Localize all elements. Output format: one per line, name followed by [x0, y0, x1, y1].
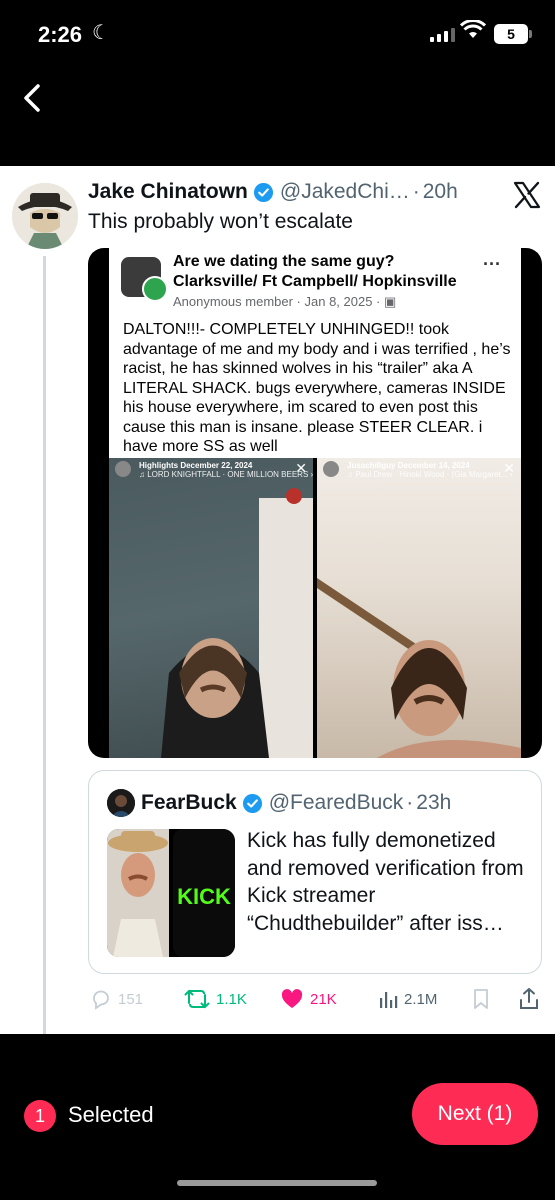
quoted-tweet[interactable]: FearBuck @FearedBuck · 23h KICK Kick has… [88, 770, 542, 974]
author-avatar[interactable] [12, 183, 78, 249]
share-icon[interactable] [518, 987, 540, 1011]
bookmark-icon[interactable] [472, 988, 490, 1010]
story-song: ♫ LORD KNIGHTFALL · ONE MILLION BEERS › [139, 470, 313, 479]
moon-icon: ☾ [92, 22, 110, 44]
close-icon: ✕ [503, 460, 515, 476]
embedded-post-card: Are we dating the same guy? Clarksville/… [109, 248, 521, 458]
meta-separator: · [412, 180, 420, 203]
author-name[interactable]: Jake Chinatown [88, 180, 248, 204]
post-body: DALTON!!!- COMPLETELY UNHINGED!! took ad… [123, 321, 511, 455]
group-title: Are we dating the same guy? Clarksville/… [173, 253, 457, 290]
repost-count: 1.1K [216, 990, 247, 1008]
tweet-action-bar: 151 1.1K 21K 2.1M [88, 984, 542, 1014]
group-badge-icon [142, 276, 168, 302]
tweet-time[interactable]: 20h [423, 180, 458, 204]
meta-separator: · [406, 791, 414, 814]
status-time: 2:26 [38, 22, 83, 47]
cellular-signal-icon [430, 26, 455, 42]
quote-author-name[interactable]: FearBuck [141, 791, 237, 815]
thread-line [43, 256, 46, 1034]
like-count: 21K [310, 990, 337, 1008]
status-bar: 2:26 ☾ 5 [0, 0, 555, 70]
quote-text: Kick has fully demonetized and removed v… [247, 829, 524, 935]
story-avatar [115, 461, 131, 477]
post-meta: Anonymous member · Jan 8, 2025 · ▣ [173, 294, 396, 310]
verified-badge-icon [253, 182, 273, 202]
story-header: Jusachillguy December 14, 2024 ♫ Paul Dr… [317, 458, 521, 480]
tweet-author-row[interactable]: Jake Chinatown @JakedChi… · 20h [88, 180, 458, 204]
like-button[interactable]: 21K [280, 984, 337, 1014]
story-avatar [323, 461, 339, 477]
wifi-icon [460, 20, 486, 38]
more-options-icon: ··· [483, 254, 501, 274]
repost-icon [184, 989, 210, 1009]
verified-badge-icon [242, 793, 262, 813]
story-user: Highlights December 22, 2024 [139, 461, 253, 470]
quote-thumbnail-image: KICK [107, 829, 235, 957]
story-song: ♫ Paul Drew · Hinoki Wood · (Gia Margare… [347, 470, 513, 479]
views-count: 2.1M [404, 990, 438, 1008]
back-button[interactable] [18, 80, 48, 116]
group-privacy-icon: ▣ [384, 294, 397, 309]
quote-thumbnail[interactable]: KICK [107, 829, 235, 957]
close-icon: ✕ [295, 460, 307, 476]
tweet-media-image[interactable]: Are we dating the same guy? Clarksville/… [88, 248, 542, 758]
author-handle[interactable]: @JakedChi… [280, 180, 410, 204]
reply-button[interactable]: 151 [90, 984, 143, 1014]
views-button[interactable]: 2.1M [378, 984, 437, 1014]
battery-indicator: 5 [494, 24, 528, 44]
kick-logo-text: KICK [177, 884, 231, 909]
story-header: Highlights December 22, 2024 ♫ LORD KNIG… [109, 458, 313, 480]
post-meta-text: Anonymous member · Jan 8, 2025 · [173, 294, 384, 309]
quote-author-avatar[interactable] [107, 789, 135, 817]
next-button[interactable]: Next (1) [412, 1083, 538, 1145]
views-icon [380, 992, 398, 1008]
story-photo-right [317, 578, 521, 758]
heart-icon [281, 989, 303, 1008]
battery-tip [529, 30, 532, 38]
reply-count: 151 [118, 990, 144, 1008]
selected-label: Selected [68, 1102, 154, 1127]
tweet-card[interactable]: Jake Chinatown @JakedChi… · 20h This pro… [0, 166, 555, 1034]
selected-count-badge: 1 [24, 1100, 56, 1132]
story-photo-left [161, 488, 313, 758]
quote-author-handle[interactable]: @FearedBuck [269, 791, 404, 815]
tweet-text: This probably won’t escalate [88, 210, 353, 233]
reply-icon [93, 990, 109, 1010]
story-screenshot-left: Highlights December 22, 2024 ♫ LORD KNIG… [109, 458, 313, 758]
x-logo-icon [513, 181, 541, 209]
story-screenshot-right: Jusachillguy December 14, 2024 ♫ Paul Dr… [317, 458, 521, 758]
home-indicator[interactable] [177, 1180, 377, 1186]
quote-time[interactable]: 23h [416, 791, 451, 815]
quote-author-row[interactable]: FearBuck @FearedBuck · 23h [141, 791, 451, 815]
repost-button[interactable]: 1.1K [184, 984, 247, 1014]
story-user: Jusachillguy December 14, 2024 [347, 461, 470, 470]
